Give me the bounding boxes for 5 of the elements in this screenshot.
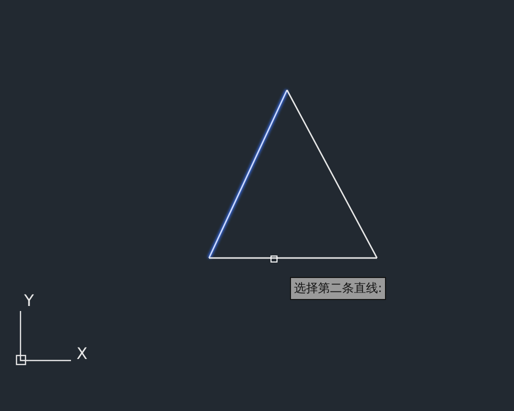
y-axis-label: Y xyxy=(24,291,34,310)
x-axis-label: X xyxy=(76,344,88,363)
ucs-axes-icon xyxy=(16,311,71,366)
command-prompt-tooltip: 选择第二条直线: xyxy=(290,277,386,300)
grip-square[interactable] xyxy=(270,256,278,262)
